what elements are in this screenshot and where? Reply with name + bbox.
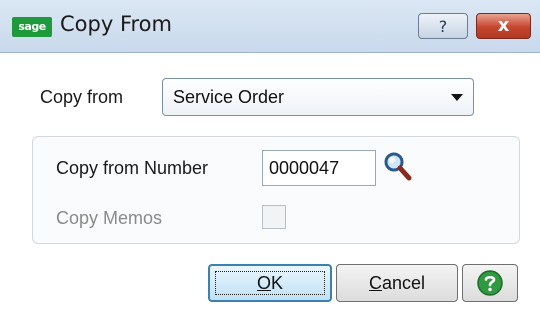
copy-from-number-label: Copy from Number <box>56 158 209 178</box>
help-glyph: ? <box>438 16 448 36</box>
question-circle-icon <box>477 270 503 296</box>
ok-mnemonic: O <box>256 272 271 293</box>
copy-from-number-value: 0000047 <box>269 158 340 178</box>
sage-logo-icon: sage <box>12 17 52 37</box>
cancel-label: Cancel <box>369 273 425 294</box>
close-button[interactable]: x <box>476 13 531 39</box>
close-icon: x <box>497 15 510 36</box>
copy-from-selected-value: Service Order <box>173 87 285 107</box>
chevron-down-icon <box>451 94 463 101</box>
ok-rest: K <box>271 272 284 293</box>
copy-from-dialog: sage Copy From ? x Copy from Service Ord… <box>0 0 540 330</box>
copy-memos-label: Copy Memos <box>56 208 163 228</box>
window-title: Copy From <box>60 12 172 36</box>
copy-from-select[interactable]: Service Order <box>162 78 474 116</box>
cancel-mnemonic: C <box>368 272 382 293</box>
copy-from-number-input[interactable]: 0000047 <box>262 150 376 186</box>
magnifier-icon[interactable] <box>382 150 414 184</box>
ok-button[interactable]: OK <box>208 264 332 302</box>
title-bar: sage Copy From ? x <box>0 0 540 53</box>
copy-from-label: Copy from <box>40 87 124 107</box>
copy-memos-checkbox[interactable] <box>262 205 286 229</box>
cancel-button[interactable]: Cancel <box>336 264 458 302</box>
cancel-rest: ancel <box>381 272 426 293</box>
help-button[interactable] <box>462 264 518 302</box>
ok-label: OK <box>257 273 283 294</box>
title-help-button[interactable]: ? <box>418 13 468 39</box>
